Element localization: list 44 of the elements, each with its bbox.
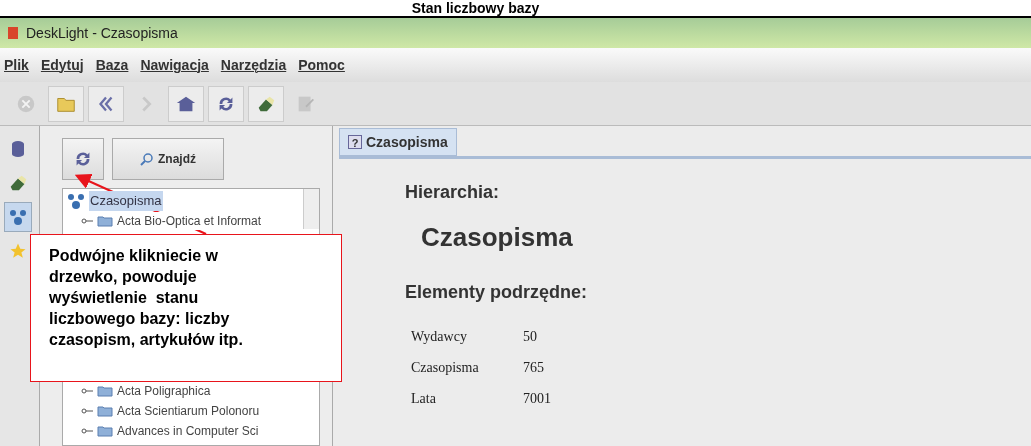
toolbar-button[interactable] [168, 85, 204, 122]
callout-text: Podwójne klikniecie w drzewko, powoduje wyświetlenie stanu liczbowego bazy: liczby czasopism, artykułów itp. [49, 246, 244, 350]
page-title: Stan liczbowy bazy [411, 0, 540, 16]
tree-node[interactable]: Czasopisma [89, 191, 163, 211]
menu-item[interactable]: Pomoc [298, 54, 345, 76]
scrollbar [303, 189, 319, 229]
tree-nodes-icon [9, 208, 27, 226]
stat-value: 765 [523, 359, 544, 377]
folder-icon [97, 215, 113, 227]
tree-nodes-icon [67, 192, 85, 210]
refresh-button[interactable] [62, 138, 104, 180]
find-button[interactable]: Znajdź [112, 138, 224, 180]
stat-label: Wydawcy [411, 328, 468, 346]
content-tab[interactable]: ? Czasopisma [339, 128, 457, 156]
stat-label: Czasopisma [411, 359, 480, 377]
menu-item[interactable]: Nawigacja [140, 54, 209, 76]
toolbar-button[interactable] [248, 85, 284, 122]
stat-label: Lata [411, 390, 437, 408]
tree-connector-icon [81, 387, 93, 395]
folder-icon [97, 385, 113, 397]
database-icon [10, 140, 26, 158]
folder-icon [97, 425, 113, 437]
menu-item[interactable]: Edytuj [40, 54, 84, 76]
window-title: DeskLight - Czasopisma [26, 23, 178, 43]
tree-node[interactable]: Acta Bio-Optica et Informat [117, 212, 262, 230]
side-tab[interactable] [4, 202, 32, 232]
toolbar-button[interactable] [208, 85, 244, 122]
toolbar-button[interactable] [88, 85, 124, 122]
hierarchy-value: Czasopisma [420, 221, 574, 254]
stat-value: 50 [523, 328, 537, 346]
menu-item[interactable]: Plik [4, 54, 29, 76]
folder-icon [97, 405, 113, 417]
app-icon [8, 27, 18, 39]
star-icon [9, 242, 27, 260]
tree-connector-icon [81, 217, 93, 225]
search-icon [140, 152, 154, 166]
section-heading: Elementy podrzędne: [405, 281, 589, 304]
stat-value: 7001 [523, 390, 551, 408]
help-icon: ? [348, 135, 362, 149]
menu-item[interactable]: Baza [95, 54, 129, 76]
section-heading: Hierarchia: [405, 181, 501, 204]
tree-connector-icon [81, 427, 93, 435]
menu-item[interactable]: Narzędzia [220, 54, 287, 76]
tree-connector-icon [81, 407, 93, 415]
